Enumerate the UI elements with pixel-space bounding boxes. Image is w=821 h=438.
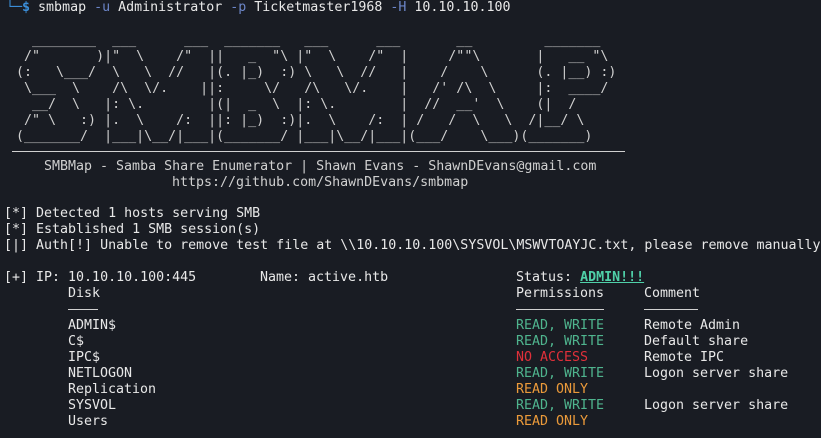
share-permissions: READ, WRITE — [516, 318, 605, 333]
status-message: [*] Established 1 SMB session(s) — [4, 222, 261, 237]
share-permissions: READ, WRITE — [516, 334, 605, 349]
name-label: Name: active.htb — [260, 270, 389, 285]
arg-password: Ticketmaster1968 — [254, 0, 383, 15]
share-disk: C$ — [68, 334, 85, 349]
comment-header-rule — [644, 309, 698, 310]
arg-user: Administrator — [118, 0, 223, 15]
disk-header: Disk — [68, 286, 101, 301]
flag-host: -H — [390, 0, 407, 15]
share-comment: Logon server share — [644, 366, 789, 381]
admin-status-badge: ADMIN!!! — [580, 270, 645, 285]
share-disk: ADMIN$ — [68, 318, 117, 333]
share-permissions: READ, WRITE — [516, 366, 605, 381]
banner-art-line: \___ \ /\ \/. ||: \/ /\ \/. | /' /\ \ |:… — [0, 81, 609, 96]
banner-tagline: SMBMap - Samba Share Enumerator | Shawn … — [44, 159, 597, 174]
share-permissions: NO ACCESS — [516, 350, 589, 365]
disk-header-rule — [68, 309, 98, 310]
share-comment: Remote IPC — [644, 350, 725, 365]
command-program: smbmap — [38, 0, 87, 15]
status-message: [|] Auth[!] Unable to remove test file a… — [4, 238, 821, 253]
share-disk: IPC$ — [68, 350, 101, 365]
status-message: [*] Detected 1 hosts serving SMB — [4, 206, 261, 221]
share-disk: Replication — [68, 382, 157, 397]
share-comment: Logon server share — [644, 398, 789, 413]
flag-password: -p — [230, 0, 247, 15]
share-disk: Users — [68, 414, 109, 429]
banner-url: https://github.com/ShawnDEvans/smbmap — [172, 175, 469, 190]
banner-art-line: (_______/ |___|\__/|___|(_______/ |___|\… — [0, 129, 593, 144]
terminal-window: └─$ smbmap -u Administrator -p Ticketmas… — [0, 0, 821, 438]
banner-divider — [12, 151, 625, 152]
share-permissions: READ, WRITE — [516, 398, 605, 413]
share-disk: NETLOGON — [68, 366, 133, 381]
prompt-symbol: $ — [22, 0, 31, 15]
share-comment: Default share — [644, 334, 749, 349]
arg-host: 10.10.10.100 — [414, 0, 511, 15]
share-permissions: READ ONLY — [516, 382, 589, 397]
banner-art-line: __/ \ |: \. |(| _ \ |: \. | // __' \ (| … — [0, 97, 577, 112]
flag-user: -u — [94, 0, 111, 15]
share-comment: Remote Admin — [644, 318, 741, 333]
comment-header: Comment — [644, 286, 701, 301]
banner-art-line: ________ ___ ___ _______ ___ ___ __ ____… — [0, 33, 601, 48]
command-line[interactable]: └─$ smbmap -u Administrator -p Ticketmas… — [6, 0, 510, 16]
status-line: Status: ADMIN!!! — [516, 270, 644, 286]
prompt-corner: └─ — [6, 0, 23, 15]
banner-art-line: /" )|" \ /" || _ "\ |" \ /" | /""\ | __ … — [0, 49, 609, 64]
status-label: Status: — [516, 270, 573, 285]
permissions-header-rule — [516, 309, 604, 310]
permissions-header: Permissions — [516, 286, 605, 301]
share-disk: SYSVOL — [68, 398, 117, 413]
banner-art-line: (: \___/ \ \ // |(. |_) :) \ \ // | / \ … — [0, 65, 617, 80]
ip-label: [+] IP: 10.10.10.100:445 — [4, 270, 197, 285]
banner-art-line: /" \ :) |. \ /: ||: |_) :)|. \ /: | / / … — [0, 113, 585, 128]
share-permissions: READ ONLY — [516, 414, 589, 429]
